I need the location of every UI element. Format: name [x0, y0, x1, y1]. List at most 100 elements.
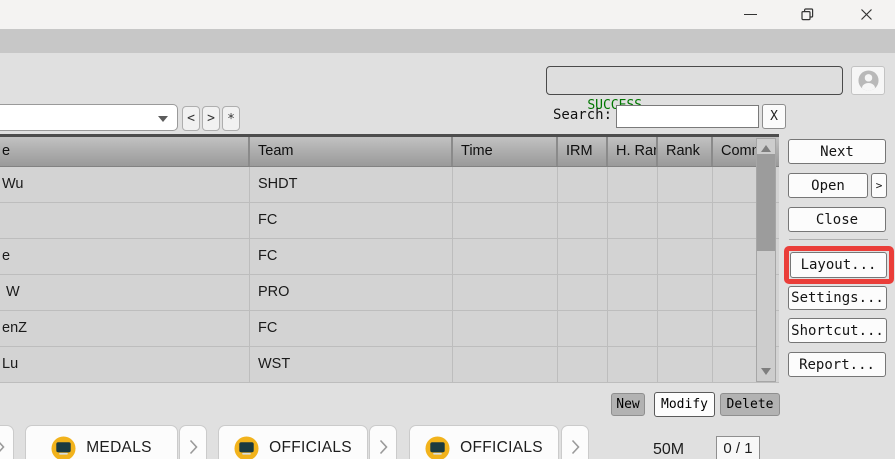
cell-name: W — [0, 275, 250, 310]
scrollbar-thumb[interactable] — [757, 154, 775, 251]
officials-label: OFFICIALS — [269, 439, 352, 457]
medals-label: MEDALS — [86, 439, 152, 457]
panel-divider — [789, 239, 888, 240]
toolbar-band — [0, 29, 895, 53]
table-row[interactable]: Lu WST — [0, 347, 779, 383]
cell-empty — [658, 203, 713, 238]
title-bar — [0, 0, 895, 29]
user-icon — [857, 69, 880, 92]
cell-name: e — [0, 239, 250, 274]
officials-label-2: OFFICIALS — [460, 439, 543, 457]
event-combo-box[interactable] — [0, 104, 178, 131]
screen-icon — [51, 436, 76, 459]
cell-empty — [453, 275, 558, 310]
cell-empty — [453, 203, 558, 238]
minimize-button[interactable] — [733, 0, 767, 29]
minimize-icon — [744, 14, 757, 15]
chevron-right-button[interactable] — [561, 425, 589, 459]
star-button[interactable]: * — [222, 106, 240, 131]
cell-empty — [558, 347, 608, 382]
user-button[interactable] — [851, 66, 885, 95]
cell-empty — [608, 239, 658, 274]
screen-icon — [425, 436, 450, 459]
close-icon — [860, 8, 873, 21]
cell-name: Lu — [0, 347, 250, 382]
scroll-down-icon[interactable] — [761, 368, 771, 375]
cell-team: FC — [250, 239, 453, 274]
table-row[interactable]: W PRO — [0, 275, 779, 311]
close-button[interactable]: Close — [788, 207, 886, 232]
chevron-right-icon — [379, 439, 388, 455]
cell-empty — [558, 311, 608, 346]
cell-empty — [453, 347, 558, 382]
column-header-irm[interactable]: IRM — [558, 137, 608, 166]
open-button[interactable]: Open — [788, 173, 868, 198]
app-window: SUCCESS < > * Search: X e Team Time IRM … — [0, 0, 895, 459]
restore-button[interactable] — [790, 0, 824, 29]
search-input[interactable] — [616, 105, 759, 128]
cell-empty — [608, 167, 658, 202]
column-header-time[interactable]: Time — [453, 137, 558, 166]
layout-button[interactable]: Layout... — [790, 252, 887, 278]
settings-button[interactable]: Settings... — [788, 286, 887, 310]
restore-icon — [801, 8, 814, 21]
table-scrollbar[interactable] — [756, 138, 776, 382]
chevron-right-icon — [571, 439, 580, 455]
table-header-row: e Team Time IRM H. Ran Rank Comm — [0, 137, 779, 167]
column-header-team[interactable]: Team — [250, 137, 453, 166]
open-more-button[interactable]: > — [871, 173, 887, 198]
officials-button-2[interactable]: OFFICIALS — [409, 425, 559, 459]
officials-button[interactable]: OFFICIALS — [218, 425, 368, 459]
delete-button[interactable]: Delete — [720, 393, 780, 416]
table-row[interactable]: enZ FC — [0, 311, 779, 347]
cell-empty — [453, 167, 558, 202]
chevron-right-button[interactable] — [179, 425, 207, 459]
cell-team: PRO — [250, 275, 453, 310]
cell-empty — [608, 311, 658, 346]
pool-label: 50M — [653, 441, 684, 459]
medals-button[interactable]: MEDALS — [25, 425, 178, 459]
table-row[interactable]: Wu SHDT — [0, 167, 779, 203]
cell-empty — [658, 275, 713, 310]
column-header-name[interactable]: e — [0, 137, 250, 166]
cell-empty — [658, 311, 713, 346]
chevron-right-button[interactable] — [0, 425, 14, 459]
cell-team: SHDT — [250, 167, 453, 202]
next-event-button[interactable]: Next — [788, 139, 886, 164]
column-header-rank[interactable]: Rank — [658, 137, 713, 166]
chevron-right-button[interactable] — [369, 425, 397, 459]
cell-team: WST — [250, 347, 453, 382]
cell-empty — [608, 275, 658, 310]
cell-empty — [558, 275, 608, 310]
chevron-right-icon — [189, 439, 198, 455]
cell-empty — [558, 167, 608, 202]
status-box: SUCCESS — [546, 66, 843, 95]
prev-button[interactable]: < — [182, 106, 200, 131]
column-header-heat-rank[interactable]: H. Ran — [608, 137, 658, 166]
table-row[interactable]: e FC — [0, 239, 779, 275]
chevron-right-icon — [0, 439, 5, 455]
table-row[interactable]: FC — [0, 203, 779, 239]
chevron-down-icon — [158, 116, 168, 122]
search-label: Search: — [553, 107, 612, 123]
scroll-up-icon[interactable] — [761, 145, 771, 152]
search-clear-button[interactable]: X — [762, 104, 786, 129]
cell-name: Wu — [0, 167, 250, 202]
cell-name: enZ — [0, 311, 250, 346]
report-button[interactable]: Report... — [788, 352, 886, 377]
cell-team: FC — [250, 311, 453, 346]
next-button[interactable]: > — [202, 106, 220, 131]
results-table: e Team Time IRM H. Ran Rank Comm Wu SHDT… — [0, 134, 779, 383]
cell-empty — [608, 203, 658, 238]
modify-button[interactable]: Modify — [654, 392, 715, 417]
cell-empty — [658, 167, 713, 202]
cell-name — [0, 203, 250, 238]
cell-empty — [453, 311, 558, 346]
cell-empty — [658, 347, 713, 382]
cell-empty — [658, 239, 713, 274]
cell-empty — [453, 239, 558, 274]
close-window-button[interactable] — [849, 0, 883, 29]
shortcut-button[interactable]: Shortcut... — [788, 318, 887, 343]
new-button[interactable]: New — [611, 393, 645, 416]
cell-empty — [608, 347, 658, 382]
